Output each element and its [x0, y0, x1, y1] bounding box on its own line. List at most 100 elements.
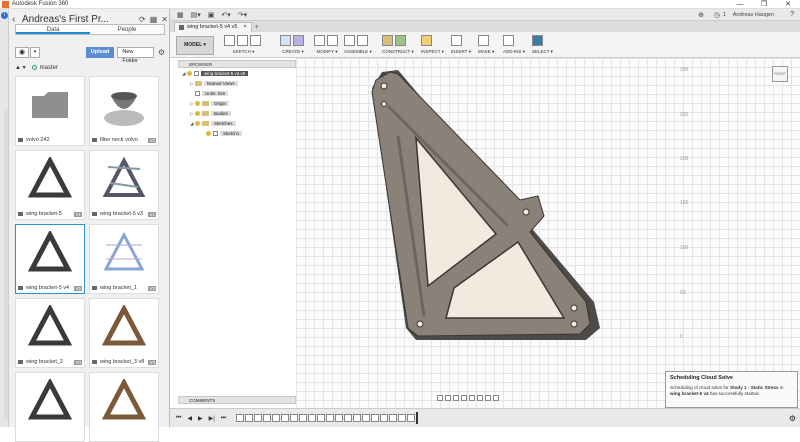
new-component-icon[interactable] — [344, 35, 355, 46]
box-icon[interactable] — [280, 35, 291, 46]
orbit-icon[interactable] — [437, 395, 443, 401]
tree-root[interactable]: ◢ wing bracket-5 v4 v5 — [182, 70, 249, 77]
timeline-feature-icon[interactable] — [263, 414, 272, 422]
look-at-icon[interactable] — [445, 395, 451, 401]
file-menu-icon[interactable]: ▤▾ — [191, 11, 201, 19]
timeline-feature-icon[interactable] — [389, 414, 398, 422]
ribbon-addins[interactable]: ADD-INS ▾ — [503, 34, 525, 56]
timeline-feature-icon[interactable] — [344, 414, 353, 422]
save-icon[interactable]: ▣ — [208, 11, 215, 19]
file-tile[interactable]: wing bracket_2 V3 — [15, 298, 85, 368]
minimize-button[interactable]: — — [728, 0, 752, 9]
add-tab-icon[interactable]: + — [255, 23, 259, 32]
tab-people[interactable]: People — [90, 25, 164, 34]
tab-data[interactable]: Data — [16, 25, 90, 34]
timeline-feature-icon[interactable] — [308, 414, 317, 422]
timeline-feature-icon[interactable] — [398, 414, 407, 422]
timeline-feature-icon[interactable] — [254, 414, 263, 422]
zoom-icon[interactable] — [461, 395, 467, 401]
construct-menu-label[interactable]: CONSTRUCT ▾ — [382, 49, 414, 55]
sketch-menu-label[interactable]: SKETCH ▾ — [224, 49, 263, 55]
fit-icon[interactable] — [469, 395, 475, 401]
close-tab-icon[interactable]: × — [243, 23, 246, 32]
upload-button[interactable]: Upload — [85, 47, 115, 58]
timeline-feature-icon[interactable] — [335, 414, 344, 422]
go-to-end-icon[interactable]: ⏭ — [221, 415, 226, 422]
step-back-icon[interactable]: ◀ — [187, 415, 192, 422]
visibility-icon[interactable] — [195, 111, 200, 116]
file-tile[interactable] — [89, 372, 159, 442]
measure-icon[interactable] — [421, 35, 432, 46]
maximize-button[interactable]: ❐ — [752, 0, 776, 9]
notifications-icon[interactable]: ⊕ — [698, 11, 704, 19]
ribbon-insert[interactable]: INSERT ▾ — [451, 34, 471, 56]
visibility-icon[interactable] — [206, 131, 211, 136]
file-tile[interactable]: wing bracket_1 V3 — [89, 224, 159, 294]
tree-item-units[interactable]: Units: mm — [195, 90, 229, 97]
timeline-feature-icon[interactable] — [326, 414, 335, 422]
viewports-icon[interactable] — [493, 395, 499, 401]
info-icon[interactable]: i — [1, 12, 8, 19]
timeline-feature-icon[interactable] — [236, 414, 245, 422]
timeline-feature-icon[interactable] — [380, 414, 389, 422]
pan-icon[interactable] — [453, 395, 459, 401]
file-tile[interactable]: volvo 242 — [15, 76, 85, 146]
tree-item-sketch1[interactable]: Sketch1 — [206, 130, 243, 137]
timeline-feature-icon[interactable] — [245, 414, 254, 422]
3d-print-icon[interactable] — [478, 35, 489, 46]
help-icon[interactable]: ? — [790, 11, 794, 18]
file-tile[interactable]: wing bracket-5 v4 V5 — [15, 224, 85, 294]
addins-menu-label[interactable]: ADD-INS ▾ — [503, 49, 525, 55]
redo-icon[interactable]: ↷▾ — [238, 11, 247, 19]
close-button[interactable]: ✕ — [776, 0, 800, 9]
step-forward-icon[interactable]: ▶| — [209, 415, 215, 422]
timeline-feature-icon[interactable] — [353, 414, 362, 422]
new-folder-button[interactable]: New Folder — [117, 47, 154, 64]
timeline-feature-icon[interactable] — [317, 414, 326, 422]
viewcube[interactable]: FRONT — [756, 58, 796, 90]
press-pull-icon[interactable] — [314, 35, 325, 46]
timeline-settings-icon[interactable]: ⚙ — [789, 414, 796, 423]
make-menu-label[interactable]: MAKE ▾ — [478, 49, 494, 55]
ribbon-modify[interactable]: MODIFY ▾ — [314, 34, 340, 56]
grid-view-icon[interactable]: ▦ — [150, 15, 158, 24]
workspace-switcher[interactable]: MODEL ▾ — [176, 36, 214, 55]
notification-toast[interactable]: Scheduling Cloud Solve Scheduling of clo… — [665, 371, 798, 408]
create-sketch-icon[interactable] — [224, 35, 235, 46]
tree-item-origin[interactable]: ▷ Origin — [190, 100, 230, 107]
timeline-feature-icon[interactable] — [407, 414, 416, 422]
offset-plane-icon[interactable] — [382, 35, 393, 46]
tree-item-sketches[interactable]: ◢ Sketches — [190, 120, 236, 127]
branch-breadcrumb[interactable]: ▲ ▾ master — [15, 64, 58, 72]
branch-menu-icon[interactable]: ▲ ▾ — [15, 64, 26, 71]
undo-icon[interactable]: ↶▾ — [221, 11, 230, 19]
file-tile[interactable] — [15, 372, 85, 442]
refresh-icon[interactable]: ⟳ — [139, 15, 146, 24]
file-tile[interactable]: filter neck volvo V2 — [89, 76, 159, 146]
line-icon[interactable] — [237, 35, 248, 46]
joint-icon[interactable] — [357, 35, 368, 46]
timeline-feature-icon[interactable] — [281, 414, 290, 422]
assemble-menu-label[interactable]: ASSEMBLE ▾ — [344, 49, 372, 55]
document-tab[interactable]: wing bracket-5 v4 v5 × — [174, 22, 252, 32]
user-account-menu[interactable]: Andreas Haugen — [733, 12, 774, 18]
scripts-icon[interactable] — [503, 35, 514, 46]
insert-image-icon[interactable] — [451, 35, 462, 46]
file-tile[interactable]: wing bracket-5 v3 V1 — [89, 150, 159, 220]
ribbon-create[interactable]: CREATE ▾ — [280, 34, 306, 56]
close-panel-icon[interactable]: ✕ — [161, 15, 168, 24]
timeline-feature-icon[interactable] — [299, 414, 308, 422]
timeline-feature-icon[interactable] — [371, 414, 380, 422]
inspect-menu-label[interactable]: INSPECT ▾ — [421, 49, 444, 55]
file-tile[interactable]: wing bracket_3 v8 V3 — [89, 298, 159, 368]
play-icon[interactable]: ▶ — [198, 415, 203, 422]
insert-menu-label[interactable]: INSERT ▾ — [451, 49, 471, 55]
visibility-icon[interactable] — [195, 101, 200, 106]
ribbon-make[interactable]: MAKE ▾ — [478, 34, 494, 56]
job-status-icon[interactable]: ◷ — [714, 11, 720, 19]
timeline-marker[interactable] — [416, 412, 419, 424]
data-panel-toggle-icon[interactable]: ▦ — [177, 11, 184, 19]
timeline-feature-icon[interactable] — [362, 414, 371, 422]
wing-bracket-model[interactable] — [368, 66, 608, 351]
modify-menu-label[interactable]: MODIFY ▾ — [314, 49, 340, 55]
